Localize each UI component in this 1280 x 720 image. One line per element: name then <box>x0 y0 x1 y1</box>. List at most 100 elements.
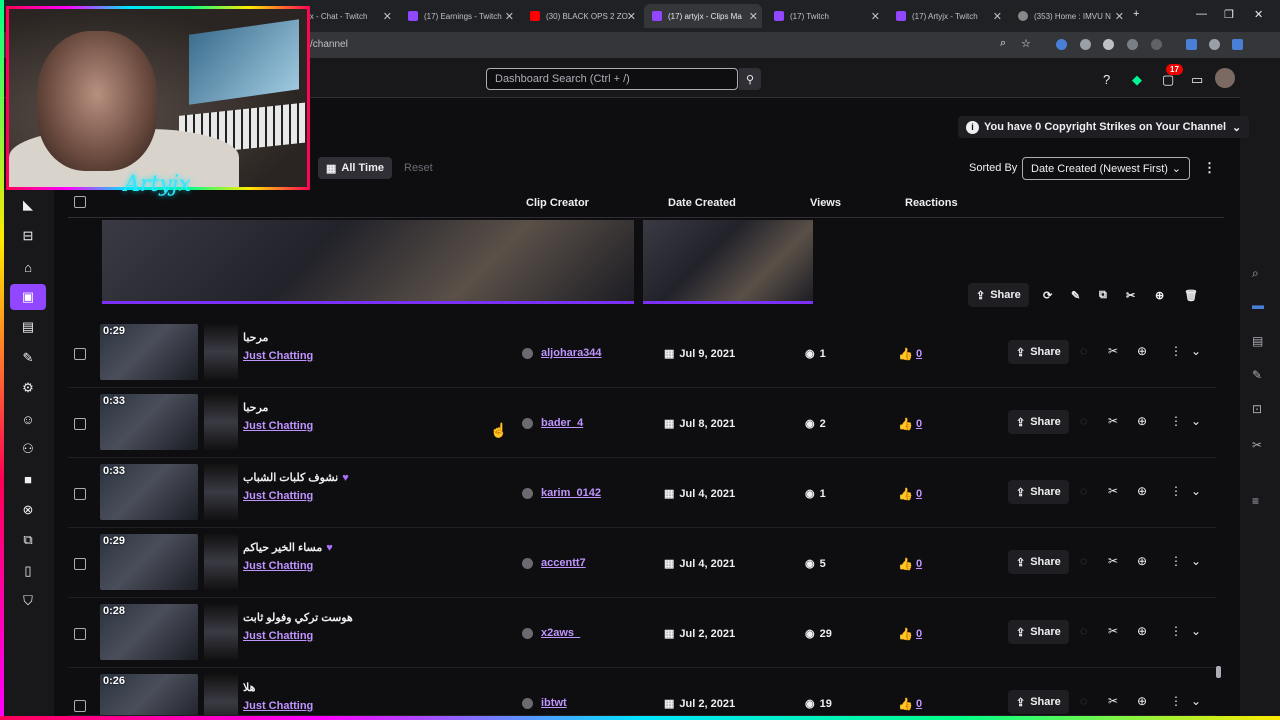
clip-reactions[interactable]: 👍 0 <box>898 697 922 711</box>
row-checkbox[interactable] <box>74 628 86 640</box>
sliders-icon[interactable]: ≡ <box>1252 494 1259 508</box>
browser-tab[interactable]: (17) Earnings - Twitch ✕ <box>400 4 518 28</box>
megaphone-icon[interactable]: ◣ <box>10 192 46 218</box>
add-circle-icon[interactable]: ⊕ <box>1137 484 1147 498</box>
clip-category-link[interactable]: Just Chatting <box>243 420 313 432</box>
add-circle-icon[interactable]: ⊕ <box>1137 554 1147 568</box>
browser-tab[interactable]: (353) Home : IMVU N ✕ <box>1010 4 1128 28</box>
reset-button[interactable]: Reset <box>404 162 433 174</box>
close-icon[interactable]: ✕ <box>749 10 758 23</box>
clip-creator-link[interactable]: karim_0142 <box>522 487 601 499</box>
share-button[interactable]: ⇪ Share <box>1008 410 1069 434</box>
chevron-down-icon[interactable]: ⌄ <box>1191 694 1201 708</box>
content-icon[interactable]: ▤ <box>10 314 46 340</box>
close-icon[interactable]: ✕ <box>383 10 392 23</box>
extension-icon[interactable] <box>1080 39 1091 50</box>
chevron-down-icon[interactable]: ⌄ <box>1191 344 1201 358</box>
avatar[interactable] <box>1215 68 1235 88</box>
chevron-down-icon[interactable]: ⌄ <box>1191 414 1201 428</box>
scissors-icon[interactable]: ✂ <box>1108 344 1118 358</box>
share-button[interactable]: ⇪ Share <box>1008 480 1069 504</box>
clips-icon[interactable]: ▣ <box>10 284 46 310</box>
clip-category-link[interactable]: Just Chatting <box>243 630 313 642</box>
clip-creator-link[interactable]: accentt7 <box>522 557 586 569</box>
document-icon[interactable]: ▤ <box>1252 334 1263 348</box>
gear-icon[interactable]: ⚙ <box>10 375 46 401</box>
share-button[interactable]: ⇪ Share <box>1008 550 1069 574</box>
more-options-icon[interactable]: ⋮ <box>1170 624 1182 638</box>
row-checkbox[interactable] <box>74 348 86 360</box>
new-tab-icon[interactable]: + <box>1133 8 1139 20</box>
more-options-icon[interactable]: ⋮ <box>1170 414 1182 428</box>
table-row[interactable]: 0:33 نشوف كلبات الشباب ♥ Just Chatting ka… <box>68 458 1216 528</box>
camera-icon[interactable]: ■ <box>10 466 46 492</box>
url-text[interactable]: /channel <box>310 39 348 50</box>
browser-tab[interactable]: jx - Chat - Twitch ✕ <box>300 4 396 28</box>
clip-creator-link[interactable]: ibtwt <box>522 697 567 709</box>
row-checkbox[interactable] <box>74 488 86 500</box>
help-icon[interactable]: ? <box>1103 72 1110 87</box>
close-icon[interactable]: ✕ <box>1115 10 1124 23</box>
share-button[interactable]: ⇪ Share <box>1008 620 1069 644</box>
browser-tab[interactable]: (17) Artyjx - Twitch ✕ <box>888 4 1006 28</box>
scissors-icon[interactable]: ✂ <box>1126 283 1135 307</box>
more-options-icon[interactable]: ⋮ <box>1170 694 1182 708</box>
clip-creator-link[interactable]: x2aws_ <box>522 627 580 639</box>
header-views[interactable]: Views <box>810 197 841 209</box>
search-icon[interactable]: ⚲ <box>739 68 761 90</box>
share-button[interactable]: ⇪ Share <box>1008 690 1069 714</box>
refresh-icon[interactable]: ⟳ <box>1043 283 1052 307</box>
add-circle-icon[interactable]: ⊕ <box>1137 624 1147 638</box>
add-circle-icon[interactable]: ⊕ <box>1137 414 1147 428</box>
more-options-icon[interactable]: ⋮ <box>1170 554 1182 568</box>
clip-reactions[interactable]: 👍 0 <box>898 417 922 431</box>
clip-reactions[interactable]: 👍 0 <box>898 347 922 361</box>
bookmark-star-icon[interactable]: ☆ <box>1021 37 1031 50</box>
chat-bubble-icon[interactable]: ▭ <box>1191 72 1203 88</box>
header-reactions[interactable]: Reactions <box>905 197 958 209</box>
dashboard-search-input[interactable]: Dashboard Search (Ctrl + /) <box>486 68 738 90</box>
clip-creator-link[interactable]: bader_4 <box>522 417 583 429</box>
chevron-down-icon[interactable]: ⌄ <box>1191 554 1201 568</box>
add-user-icon[interactable]: ⚇ <box>10 436 46 462</box>
extension-icon[interactable] <box>1127 39 1138 50</box>
table-row[interactable]: 0:28 هوست تركي وفولو ثابت Just Chatting … <box>68 598 1216 668</box>
pen-icon[interactable]: ✎ <box>10 345 46 371</box>
extension-icon[interactable] <box>1056 39 1067 50</box>
scissors-icon[interactable]: ✂ <box>1108 484 1118 498</box>
safety-icon[interactable]: ⊗ <box>10 497 46 523</box>
select-all-checkbox[interactable] <box>74 196 86 208</box>
more-options-icon[interactable]: ⋮ <box>1170 484 1182 498</box>
close-icon[interactable]: ✕ <box>505 10 514 23</box>
extensions-icon[interactable]: ⧉ <box>10 527 46 553</box>
more-options-icon[interactable]: ⋮ <box>1170 344 1182 358</box>
sidebar-icon[interactable] <box>1186 39 1197 50</box>
sort-select[interactable]: Date Created (Newest First) ⌄ <box>1022 157 1190 180</box>
window-close-icon[interactable]: ✕ <box>1254 8 1263 21</box>
add-circle-icon[interactable]: ⊕ <box>1137 694 1147 708</box>
close-icon[interactable]: ✕ <box>993 10 1002 23</box>
table-row[interactable]: 0:33 مرحبا Just Chatting bader_4 ▦ Jul 8,… <box>68 388 1216 458</box>
game-icon[interactable]: ⊡ <box>1252 402 1262 416</box>
chevron-down-icon[interactable]: ⌄ <box>1191 484 1201 498</box>
clip-reactions[interactable]: 👍 0 <box>898 557 922 571</box>
share-button[interactable]: ⇪ Share <box>1008 340 1069 364</box>
close-icon[interactable]: ✕ <box>871 10 880 23</box>
edit-icon[interactable]: ✎ <box>1252 368 1262 382</box>
share-button[interactable]: ⇪ Share <box>968 283 1029 307</box>
clip-reactions[interactable]: 👍 0 <box>898 487 922 501</box>
analytics-icon[interactable]: ⌂ <box>10 254 46 280</box>
puzzle-icon[interactable] <box>1151 39 1162 50</box>
table-row[interactable]: 0:29 مساء الخير حياكم ♥ Just Chatting acc… <box>68 528 1216 598</box>
browser-tab[interactable]: (30) BLACK OPS 2 ZO ✕ <box>522 4 640 28</box>
row-checkbox[interactable] <box>74 558 86 570</box>
clip-creator-link[interactable]: aljohara344 <box>522 347 602 359</box>
profile-icon[interactable] <box>1209 39 1220 50</box>
edit-pencil-icon[interactable]: ✎ <box>1071 283 1080 307</box>
clip-reactions[interactable]: 👍 0 <box>898 627 922 641</box>
scissors-icon[interactable]: ✂ <box>1108 414 1118 428</box>
browser-tab-active[interactable]: (17) artyjx - Clips Ma ✕ <box>644 4 762 28</box>
clip-category-link[interactable]: Just Chatting <box>243 350 313 362</box>
header-clip-creator[interactable]: Clip Creator <box>526 197 589 209</box>
scrollbar-thumb[interactable] <box>1216 666 1221 678</box>
